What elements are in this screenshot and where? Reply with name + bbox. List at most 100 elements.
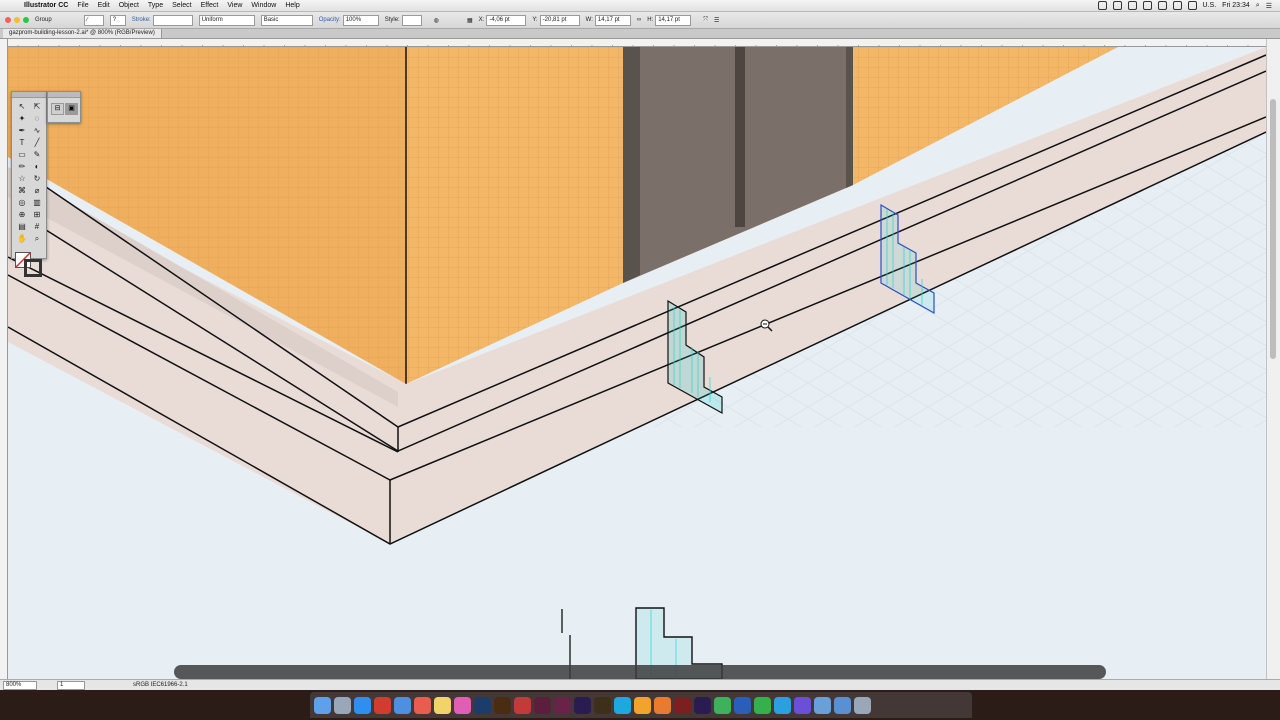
panel-menu-icon[interactable]: ☰ <box>714 17 719 24</box>
notification-center-icon[interactable]: ☰ <box>1266 2 1272 10</box>
dock-indesign-icon[interactable] <box>534 696 551 714</box>
dock-telegram-icon[interactable] <box>774 696 791 714</box>
dock-launchpad-icon[interactable] <box>334 696 351 714</box>
zoom-button[interactable] <box>23 17 29 23</box>
time-machine-icon[interactable] <box>1127 1 1137 10</box>
graphic-style-swatch[interactable] <box>401 14 422 26</box>
zoom-level-field[interactable]: 800% <box>3 681 37 690</box>
rotate-tool-icon[interactable]: ↻ <box>31 173 43 185</box>
close-button[interactable] <box>5 17 11 23</box>
search-icon[interactable]: ⌕ <box>1256 2 1260 10</box>
align-panel-icon[interactable]: ⊟ <box>51 103 64 115</box>
graph-tool-icon[interactable]: ▥ <box>31 197 43 209</box>
menu-effect[interactable]: Effect <box>201 2 219 9</box>
opacity-label[interactable]: Opacity: <box>319 17 341 23</box>
line-tool-icon[interactable]: ╱ <box>31 137 43 149</box>
perspective-grid-tool-icon[interactable]: ⊞ <box>31 209 43 221</box>
height-field[interactable]: 14,17 pt <box>655 14 692 26</box>
dock-premiere-icon[interactable] <box>694 696 711 714</box>
star-tool-icon[interactable]: ☆ <box>16 173 28 185</box>
dock-illustrator-icon[interactable] <box>494 696 511 714</box>
menu-file[interactable]: File <box>77 2 88 9</box>
dock-downloads-icon[interactable] <box>814 696 831 714</box>
dock-skype-icon[interactable] <box>614 696 631 714</box>
dock-safari-icon[interactable] <box>354 696 371 714</box>
dock-documents-icon[interactable] <box>834 696 851 714</box>
dock-photoshop-icon[interactable] <box>474 696 491 714</box>
dock-yandex-icon[interactable] <box>374 696 391 714</box>
dock-facetime-icon[interactable] <box>754 696 771 714</box>
apple-icon[interactable] <box>8 1 18 11</box>
dock-maps-icon[interactable] <box>714 696 731 714</box>
dock-autocad-icon[interactable] <box>674 696 691 714</box>
type-tool-icon[interactable]: T <box>16 137 28 149</box>
dock-indesign-cc-icon[interactable] <box>554 696 571 714</box>
dock-trash-icon[interactable] <box>854 696 871 714</box>
stroke-swatch[interactable]: ? <box>109 14 126 26</box>
vertical-scroll-thumb[interactable] <box>1270 99 1276 359</box>
brush-definition[interactable]: Basic <box>260 14 313 26</box>
document-tab[interactable]: gazprom-building-lesson-2.ai* @ 800% (RG… <box>3 29 162 38</box>
horizontal-scrollbar[interactable] <box>174 665 1106 679</box>
volume-icon[interactable] <box>1172 1 1182 10</box>
link-icon[interactable]: ∞ <box>637 17 641 23</box>
dock-itunes-icon[interactable] <box>454 696 471 714</box>
app-menu[interactable]: Illustrator CC <box>24 2 68 9</box>
dock-calendar-icon[interactable] <box>414 696 431 714</box>
dock-finder-icon[interactable] <box>314 696 331 714</box>
wifi-icon[interactable] <box>1157 1 1167 10</box>
recolor-icon[interactable]: ◍ <box>434 17 439 24</box>
vertical-scrollbar[interactable] <box>1266 39 1280 679</box>
dock-word-icon[interactable] <box>734 696 751 714</box>
variable-width-profile[interactable]: Uniform <box>198 14 255 26</box>
width-field[interactable]: 14,17 pt <box>594 14 631 26</box>
reference-point-icon[interactable]: ▦ <box>467 17 473 24</box>
dock-affinity-icon[interactable] <box>794 696 811 714</box>
paintbrush-tool-icon[interactable]: ✎ <box>31 149 43 161</box>
artboard-canvas[interactable] <box>8 47 1266 679</box>
input-source[interactable]: U.S. <box>1203 2 1217 9</box>
fill-stroke-swatches[interactable] <box>15 252 42 277</box>
y-field[interactable]: -20,81 pt <box>539 14 580 26</box>
dock-acrobat-icon[interactable] <box>514 696 531 714</box>
vertical-ruler[interactable] <box>0 39 8 679</box>
lasso-tool-icon[interactable]: ◌ <box>31 113 43 125</box>
eyedropper-tool-icon[interactable]: ⌀ <box>31 185 43 197</box>
battery-icon[interactable] <box>1187 1 1197 10</box>
opacity-field[interactable]: 100% <box>342 14 379 26</box>
dock-bridge-icon[interactable] <box>594 696 611 714</box>
artboard-navigation-field[interactable]: 1 <box>57 681 85 690</box>
collapsed-panel-grip[interactable] <box>48 92 80 98</box>
clock[interactable]: Fri 23:34 <box>1222 2 1250 9</box>
zoom-tool-icon[interactable]: ⌕ <box>31 233 43 245</box>
stroke-label[interactable]: Stroke: <box>132 17 151 23</box>
dropbox-icon[interactable] <box>1112 1 1122 10</box>
hand-tool-icon[interactable]: ✋ <box>16 233 28 245</box>
menu-help[interactable]: Help <box>285 2 299 9</box>
transform-icon[interactable]: ⤧ <box>703 17 708 24</box>
menu-view[interactable]: View <box>227 2 242 9</box>
curvature-tool-icon[interactable]: ∿ <box>31 125 43 137</box>
dock-sketch-icon[interactable] <box>634 696 651 714</box>
minimize-button[interactable] <box>14 17 20 23</box>
magic-wand-tool-icon[interactable]: ✦ <box>16 113 28 125</box>
shape-builder-tool-icon[interactable]: ⊕ <box>16 209 28 221</box>
menu-edit[interactable]: Edit <box>98 2 110 9</box>
horizontal-ruler[interactable]: 3234363840424446485052545658606264666870… <box>8 39 1272 47</box>
pen-tool-icon[interactable]: ✒ <box>16 125 28 137</box>
dock-after-effects-icon[interactable] <box>574 696 591 714</box>
x-field[interactable]: -4,06 pt <box>486 14 527 26</box>
menu-type[interactable]: Type <box>148 2 163 9</box>
creative-cloud-icon[interactable] <box>1097 1 1107 10</box>
rectangle-tool-icon[interactable]: ▭ <box>16 149 28 161</box>
layers-panel-icon[interactable]: ▣ <box>65 103 78 115</box>
menu-window[interactable]: Window <box>251 2 276 9</box>
menu-object[interactable]: Object <box>119 2 139 9</box>
eraser-tool-icon[interactable]: ◐ <box>31 161 43 173</box>
symbol-sprayer-tool-icon[interactable]: ◎ <box>16 197 28 209</box>
gradient-tool-icon[interactable]: ▤ <box>16 221 28 233</box>
dock-sublime-icon[interactable] <box>654 696 671 714</box>
mesh-tool-icon[interactable]: # <box>31 221 43 233</box>
fill-swatch[interactable]: ∕ <box>83 14 104 26</box>
width-tool-icon[interactable]: ⌘ <box>16 185 28 197</box>
